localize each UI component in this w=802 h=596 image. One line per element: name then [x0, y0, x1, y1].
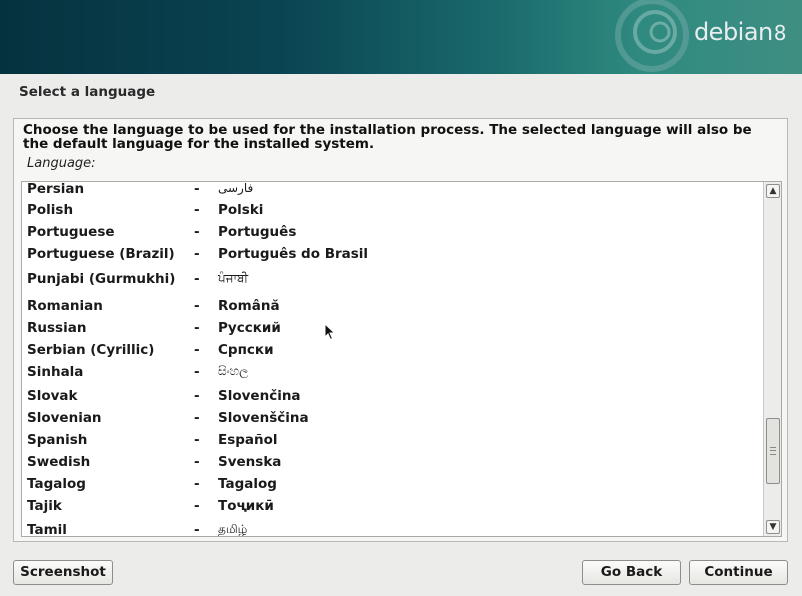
language-row-persian[interactable]: Persian - فارسی: [22, 182, 764, 200]
language-field-label: Language:: [27, 156, 96, 171]
continue-button[interactable]: Continue: [689, 560, 788, 585]
language-row-slovenian[interactable]: Slovenian - Slovenščina: [22, 407, 764, 429]
language-row-spanish[interactable]: Spanish - Español: [22, 429, 764, 451]
scrollbar-grip-icon: [770, 447, 776, 455]
scroll-down-arrow-icon[interactable]: ▼: [766, 520, 780, 534]
language-row-swedish[interactable]: Swedish - Svenska: [22, 451, 764, 473]
instructions-text: Choose the language to be used for the i…: [23, 122, 752, 152]
screenshot-button[interactable]: Screenshot: [13, 560, 113, 585]
vertical-scrollbar[interactable]: ▲ ▼: [763, 182, 781, 536]
language-row-serbian-cyrillic[interactable]: Serbian (Cyrillic) - Српски: [22, 339, 764, 361]
scroll-up-arrow-icon[interactable]: ▲: [766, 184, 780, 198]
language-row-tagalog[interactable]: Tagalog - Tagalog: [22, 473, 764, 495]
language-row-punjabi[interactable]: Punjabi (Gurmukhi) - ਪੰਜਾਬੀ: [22, 268, 764, 290]
mouse-pointer-icon: [324, 323, 336, 341]
language-row-tajik[interactable]: Tajik - Тоҷикӣ: [22, 495, 764, 517]
language-row-polish[interactable]: Polish - Polski: [22, 199, 764, 221]
language-row-portuguese-brazil[interactable]: Portuguese (Brazil) - Português do Brasi…: [22, 243, 764, 265]
scrollbar-thumb[interactable]: [766, 418, 780, 484]
debian-header-banner: debian8: [0, 0, 802, 74]
step-title: Select a language: [19, 84, 156, 100]
language-listbox[interactable]: Persian - فارسی Polish - Polski Portugue…: [21, 181, 782, 537]
language-panel: Choose the language to be used for the i…: [13, 118, 788, 542]
language-row-portuguese[interactable]: Portuguese - Português: [22, 221, 764, 243]
debian-logo-text: debian8: [693, 18, 787, 46]
language-row-russian[interactable]: Russian - Русский: [22, 317, 764, 339]
language-row-sinhala[interactable]: Sinhala - සිංහල: [22, 361, 764, 383]
language-row-slovak[interactable]: Slovak - Slovenčina: [22, 385, 764, 407]
language-row-tamil[interactable]: Tamil - தமிழ்: [22, 519, 764, 536]
language-row-romanian[interactable]: Romanian - Română: [22, 295, 764, 317]
go-back-button[interactable]: Go Back: [582, 560, 681, 585]
